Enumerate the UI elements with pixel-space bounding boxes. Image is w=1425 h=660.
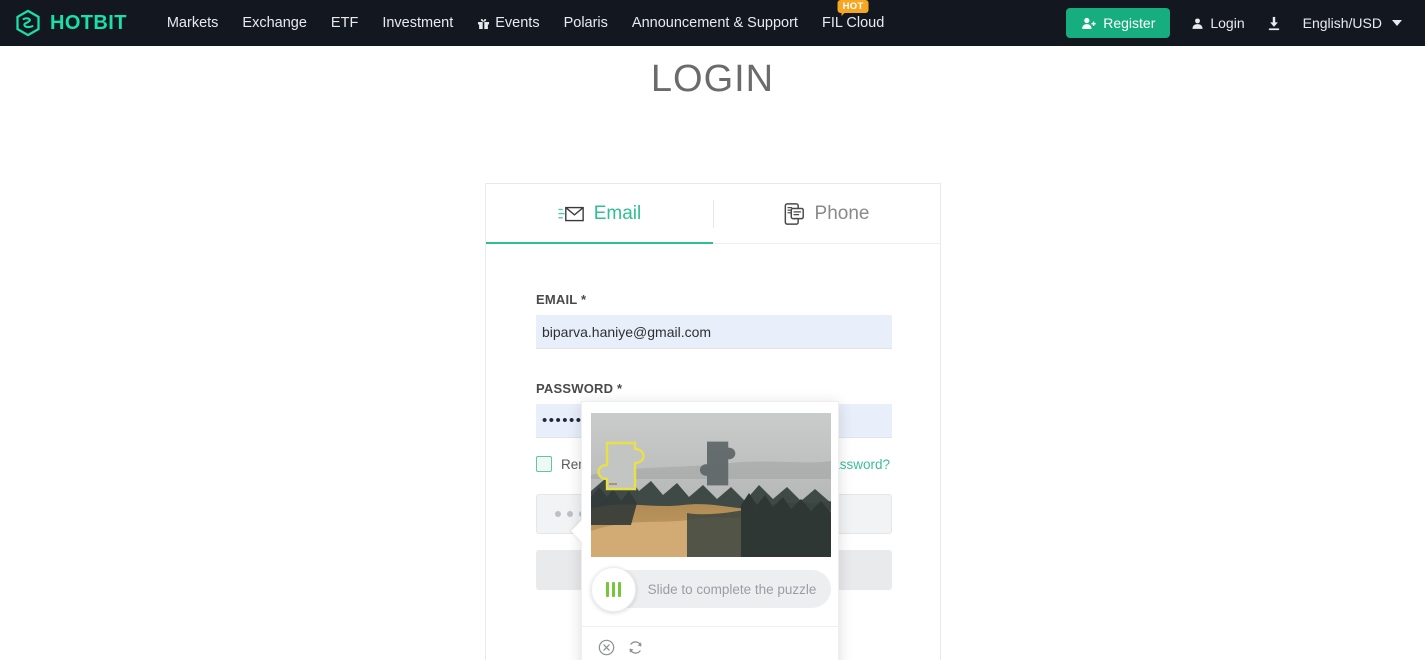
nav-item-label: FIL Cloud <box>821 15 885 31</box>
nav-item-exchange[interactable]: Exchange <box>230 15 319 31</box>
landscape-puzzle-graphic <box>591 413 831 557</box>
nav-item-label: Polaris <box>563 15 608 31</box>
email-field-block: EMAIL * <box>536 292 892 349</box>
nav-item-label: Exchange <box>242 15 307 31</box>
user-plus-icon <box>1082 17 1096 29</box>
chevron-down-icon <box>1392 20 1402 26</box>
nav-right-actions: Register Login English/USD <box>1066 8 1411 38</box>
login-button-label: Login <box>1210 15 1245 31</box>
download-icon <box>1268 16 1279 30</box>
tab-phone-label: Phone <box>814 202 870 224</box>
nav-item-polaris[interactable]: Polaris <box>552 15 620 31</box>
nav-item-fil-cloud[interactable]: HOT FIL Cloud <box>810 0 896 31</box>
language-currency-selector[interactable]: English/USD <box>1294 15 1411 31</box>
nav-item-events[interactable]: Events <box>465 15 551 31</box>
nav-item-label: ETF <box>330 15 359 31</box>
login-method-tabs: Email Phone <box>486 184 940 244</box>
mobile-message-icon <box>784 202 804 225</box>
captcha-slider[interactable]: Slide to complete the puzzle <box>591 567 831 612</box>
captcha-popup: Slide to complete the puzzle <box>581 401 839 660</box>
language-currency-label: English/USD <box>1302 15 1382 31</box>
captcha-footer <box>582 626 838 660</box>
tab-email-label: Email <box>593 202 642 224</box>
captcha-slider-handle[interactable] <box>591 567 636 612</box>
brand-logo-link[interactable]: HOTBIT <box>14 9 127 37</box>
email-input[interactable] <box>536 315 892 349</box>
brand-name: HOTBIT <box>50 11 127 34</box>
checkbox-box-icon <box>536 456 552 472</box>
close-circle-icon[interactable] <box>598 639 615 656</box>
email-field-label: EMAIL * <box>536 292 587 307</box>
nav-item-label: Investment <box>382 15 454 31</box>
nav-item-markets[interactable]: Markets <box>155 15 231 31</box>
login-button[interactable]: Login <box>1182 15 1253 31</box>
nav-item-label: Markets <box>166 15 219 31</box>
captcha-puzzle-image <box>591 413 831 557</box>
password-field-label: PASSWORD * <box>536 381 623 396</box>
nav-item-label: Announcement & Support <box>631 15 798 31</box>
hot-badge: HOT <box>837 0 869 16</box>
top-navbar: HOTBIT Markets Exchange ETF Investment E… <box>0 0 1425 46</box>
page-title: LOGIN <box>650 58 775 100</box>
register-button-label: Register <box>1103 15 1156 31</box>
grip-bar-icon <box>606 582 609 597</box>
nav-item-etf[interactable]: ETF <box>319 15 370 31</box>
nav-links: Markets Exchange ETF Investment Events P… <box>155 0 896 31</box>
gift-icon <box>478 18 490 29</box>
login-page: LOGIN Email Phone EMAIL * biparva.haniye… <box>0 46 1425 660</box>
download-app-button[interactable] <box>1258 16 1290 31</box>
register-button[interactable]: Register <box>1066 8 1171 38</box>
tab-email[interactable]: Email <box>486 184 713 244</box>
grip-bar-icon <box>618 582 621 597</box>
nav-item-label: Events <box>495 15 540 31</box>
nav-item-investment[interactable]: Investment <box>370 15 465 31</box>
hexagon-logo-icon <box>16 9 40 37</box>
refresh-icon[interactable] <box>627 639 644 656</box>
tab-phone[interactable]: Phone <box>713 184 940 243</box>
captcha-slider-hint: Slide to complete the puzzle <box>647 581 817 597</box>
envelope-icon <box>558 206 584 221</box>
nav-item-announcement-support[interactable]: Announcement & Support <box>620 15 810 31</box>
grip-bar-icon <box>612 582 615 597</box>
user-icon <box>1192 17 1203 29</box>
